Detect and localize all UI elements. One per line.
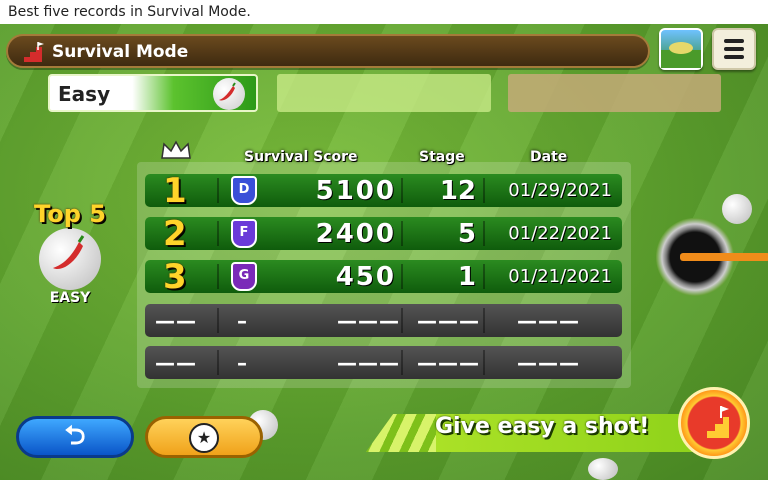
hamburger-line (724, 55, 744, 59)
table-row[interactable]: 2 F 2400 5 01/22/2021 (145, 214, 622, 254)
star-list-icon: ★ (189, 423, 219, 453)
stage-value: 12 (439, 176, 476, 206)
chili-ball-icon (213, 78, 245, 110)
tab-easy-label: Easy (58, 82, 111, 106)
grade-badge: – (237, 351, 248, 375)
divider (401, 350, 403, 375)
stairs-flag-icon (18, 42, 44, 62)
table-row: —— – ——— ——— ——— (145, 304, 622, 337)
golf-ball (588, 458, 618, 480)
score-value: ——— (337, 309, 400, 333)
table-row[interactable]: 1 D 5100 12 01/29/2021 (145, 171, 622, 211)
mode-title-bar: Survival Mode (6, 34, 650, 68)
hamburger-line (724, 47, 744, 51)
shot-button[interactable] (678, 387, 750, 459)
page-title: Survival Mode (52, 42, 189, 62)
divider (401, 178, 403, 203)
crown-icon (161, 140, 191, 159)
divider (483, 308, 485, 333)
divider (483, 178, 485, 203)
course-select-button[interactable] (659, 28, 703, 70)
top5-title: Top 5 (34, 200, 106, 228)
score-value: 2400 (315, 219, 396, 249)
course-thumbnail-icon (661, 42, 701, 68)
golf-ball (722, 194, 752, 224)
divider (217, 350, 219, 375)
grade-badge: F (231, 219, 257, 248)
stage-value: ——— (417, 351, 480, 375)
divider (217, 178, 219, 203)
table-row[interactable]: 3 G 450 1 01/21/2021 (145, 257, 622, 297)
date-value: 01/29/2021 (508, 180, 612, 201)
divider (217, 308, 219, 333)
top5-level: EASY (49, 290, 91, 306)
score-value: 450 (335, 262, 396, 292)
stage-value: ——— (417, 309, 480, 333)
divider (401, 221, 403, 246)
rank-number: —— (155, 351, 197, 375)
top5-badge: Top 5 EASY (20, 200, 120, 306)
divider (483, 350, 485, 375)
stage-value: 5 (457, 219, 476, 249)
stage-value: 1 (457, 262, 476, 292)
divider (217, 264, 219, 289)
rank-number: 2 (163, 214, 187, 254)
ranking-button[interactable]: ★ (145, 416, 263, 458)
tab-normal[interactable] (277, 74, 491, 112)
score-value: ——— (337, 351, 400, 375)
challenge-banner-text: Give easy a shot! (435, 414, 650, 439)
rank-number: 3 (163, 257, 187, 297)
rank-number: 1 (163, 171, 187, 211)
date-value: ——— (517, 309, 580, 333)
grade-badge: – (237, 309, 248, 333)
description-bar: Best five records in Survival Mode. (0, 0, 768, 24)
header-date: Date (530, 149, 568, 165)
back-button[interactable]: ⮌ (16, 416, 134, 458)
header-stage: Stage (419, 149, 465, 165)
table-row: —— – ——— ——— ——— (145, 346, 622, 379)
flag-pole (680, 253, 768, 261)
divider (401, 308, 403, 333)
score-value: 5100 (315, 176, 396, 206)
chili-ball-icon (39, 228, 101, 290)
date-value: 01/22/2021 (508, 223, 612, 244)
grade-badge: G (231, 262, 257, 291)
divider (483, 264, 485, 289)
menu-button[interactable] (712, 28, 756, 70)
tab-easy[interactable]: Easy (48, 74, 258, 112)
stairs-flag-icon (699, 406, 729, 438)
divider (401, 264, 403, 289)
tab-hard[interactable] (508, 74, 721, 112)
divider (483, 221, 485, 246)
divider (217, 221, 219, 246)
header-survival-score: Survival Score (244, 149, 358, 165)
grade-badge: D (231, 176, 257, 205)
date-value: 01/21/2021 (508, 266, 612, 287)
rank-number: —— (155, 309, 197, 333)
hamburger-menu-icon (724, 39, 744, 43)
date-value: ——— (517, 351, 580, 375)
back-arrow-icon: ⮌ (64, 421, 86, 451)
